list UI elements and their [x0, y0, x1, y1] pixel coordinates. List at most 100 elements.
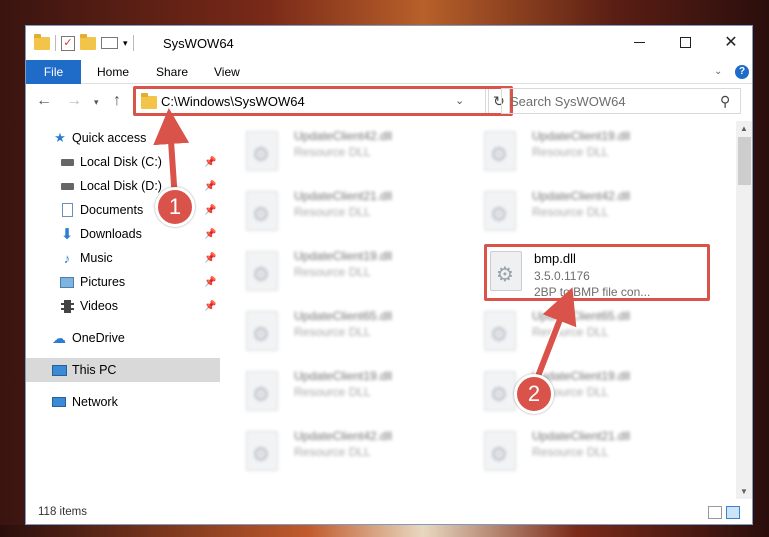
sidebar-item-label: Documents	[80, 203, 144, 217]
sidebar-item-label: Pictures	[80, 275, 126, 289]
maximize-icon	[679, 36, 691, 48]
tab-share[interactable]: Share	[142, 60, 202, 84]
file-description: Resource DLL	[294, 325, 371, 339]
list-item[interactable]: UpdateClient19.dll Resource DLL	[462, 361, 692, 417]
dll-file-icon	[246, 431, 278, 471]
list-item[interactable]: UpdateClient42.dll Resource DLL	[462, 181, 692, 237]
recent-locations-icon[interactable]: ▾	[94, 97, 99, 108]
properties-check-icon[interactable]: ✓	[61, 35, 75, 51]
explorer-window: ✓ ▾ SysWOW64 ✕ File Home Share View ⌄ ? …	[25, 25, 753, 525]
sidebar-item-this-pc[interactable]: This PC	[26, 358, 220, 382]
file-description: Resource DLL	[294, 145, 371, 159]
tab-view[interactable]: View	[200, 60, 254, 84]
status-bar: 118 items	[26, 502, 752, 524]
tab-file[interactable]: File	[26, 60, 81, 84]
pin-icon[interactable]: 📌	[204, 181, 216, 192]
videos-icon	[59, 298, 75, 314]
file-name: UpdateClient19.dll	[532, 129, 631, 143]
forward-arrow-icon[interactable]: →	[66, 92, 82, 110]
list-item[interactable]: UpdateClient65.dll Resource DLL	[462, 301, 692, 357]
sidebar-item-network[interactable]: Network	[26, 390, 220, 414]
sidebar-item-label: Music	[80, 251, 113, 265]
expand-ribbon-icon[interactable]: ⌄	[714, 66, 722, 77]
title-bar: ✓ ▾ SysWOW64 ✕	[26, 26, 752, 60]
pin-icon[interactable]: 📌	[204, 157, 216, 168]
scroll-down-icon[interactable]: ▼	[740, 487, 748, 496]
desktop-background	[0, 525, 769, 537]
sidebar-item-quick-access[interactable]: ★ Quick access	[26, 126, 220, 150]
cloud-icon: ☁	[52, 329, 66, 346]
sidebar-item-pictures[interactable]: Pictures 📌	[26, 270, 220, 294]
file-name: UpdateClient42.dll	[532, 189, 631, 203]
file-description: Resource DLL	[532, 445, 609, 459]
view-toggle	[708, 506, 740, 519]
list-item[interactable]: UpdateClient19.dll Resource DLL	[462, 121, 692, 177]
music-icon: ♪	[63, 250, 71, 266]
scrollbar-thumb[interactable]	[738, 137, 751, 185]
search-icon[interactable]: ⚲	[720, 93, 730, 110]
network-icon	[51, 394, 67, 410]
quick-access-toolbar: ✓ ▾	[34, 33, 134, 51]
sidebar-item-local-disk-c[interactable]: Local Disk (C:) 📌	[26, 150, 220, 174]
view-options-icon[interactable]	[101, 37, 118, 49]
vertical-scrollbar[interactable]: ▲ ▼	[736, 121, 752, 499]
ribbon: File Home Share View ⌄ ?	[26, 60, 752, 84]
search-input[interactable]: Search SysWOW64 ⚲	[501, 88, 741, 114]
close-icon: ✕	[724, 34, 738, 51]
details-view-icon[interactable]	[708, 506, 722, 519]
minimize-icon	[633, 41, 645, 43]
file-name: UpdateClient65.dll	[294, 309, 393, 323]
sidebar-item-downloads[interactable]: ⬇ Downloads 📌	[26, 222, 220, 246]
dll-file-icon	[484, 131, 516, 171]
file-description: Resource DLL	[294, 265, 371, 279]
tab-home[interactable]: Home	[83, 60, 143, 84]
sidebar-item-label: Local Disk (C:)	[80, 155, 162, 169]
maximize-button[interactable]	[662, 26, 708, 58]
dll-file-icon	[246, 131, 278, 171]
list-item[interactable]: UpdateClient42.dll Resource DLL	[224, 421, 454, 477]
list-item[interactable]: UpdateClient21.dll Resource DLL	[462, 421, 692, 477]
file-description: Resource DLL	[294, 445, 371, 459]
dll-file-icon	[484, 431, 516, 471]
file-description: Resource DLL	[532, 325, 609, 339]
step-2-badge: 2	[514, 374, 554, 414]
dll-file-icon	[246, 371, 278, 411]
computer-icon	[51, 362, 67, 378]
pin-icon[interactable]: 📌	[204, 229, 216, 240]
list-item[interactable]: UpdateClient19.dll Resource DLL	[224, 241, 454, 297]
scroll-up-icon[interactable]: ▲	[740, 124, 748, 133]
file-description: Resource DLL	[294, 205, 371, 219]
close-button[interactable]: ✕	[708, 26, 752, 58]
customize-dropdown-icon[interactable]: ▾	[123, 38, 128, 49]
file-description: Resource DLL	[532, 145, 609, 159]
list-item[interactable]: UpdateClient21.dll Resource DLL	[224, 181, 454, 237]
pin-icon[interactable]: 📌	[204, 277, 216, 288]
help-icon[interactable]: ?	[735, 65, 749, 79]
disk-icon	[59, 178, 75, 194]
list-item[interactable]: UpdateClient65.dll Resource DLL	[224, 301, 454, 357]
list-item[interactable]: UpdateClient42.dll Resource DLL	[224, 121, 454, 177]
sidebar-item-label: This PC	[72, 363, 117, 377]
pin-icon[interactable]: 📌	[204, 301, 216, 312]
file-description: Resource DLL	[294, 385, 371, 399]
sidebar-item-label: Local Disk (D:)	[80, 179, 162, 193]
file-list: UpdateClient42.dll Resource DLL UpdateCl…	[224, 121, 736, 499]
sidebar-item-onedrive[interactable]: ☁ OneDrive	[26, 326, 220, 350]
step-1-badge: 1	[155, 187, 195, 227]
file-name: UpdateClient42.dll	[294, 429, 393, 443]
list-item[interactable]: UpdateClient19.dll Resource DLL	[224, 361, 454, 417]
up-arrow-icon[interactable]: ↑	[113, 92, 121, 110]
dll-file-icon	[246, 251, 278, 291]
pin-icon[interactable]: 📌	[204, 253, 216, 264]
tiles-view-icon[interactable]	[726, 506, 740, 519]
sidebar-item-label: OneDrive	[72, 331, 125, 345]
file-name: UpdateClient21.dll	[532, 429, 631, 443]
sidebar-item-videos[interactable]: Videos 📌	[26, 294, 220, 318]
new-folder-icon[interactable]	[80, 33, 96, 50]
pin-icon[interactable]: 📌	[204, 205, 216, 216]
sidebar-item-music[interactable]: ♪ Music 📌	[26, 246, 220, 270]
documents-icon	[59, 202, 75, 218]
minimize-button[interactable]	[616, 26, 662, 58]
back-arrow-icon[interactable]: ←	[36, 92, 52, 110]
divider	[55, 35, 56, 51]
